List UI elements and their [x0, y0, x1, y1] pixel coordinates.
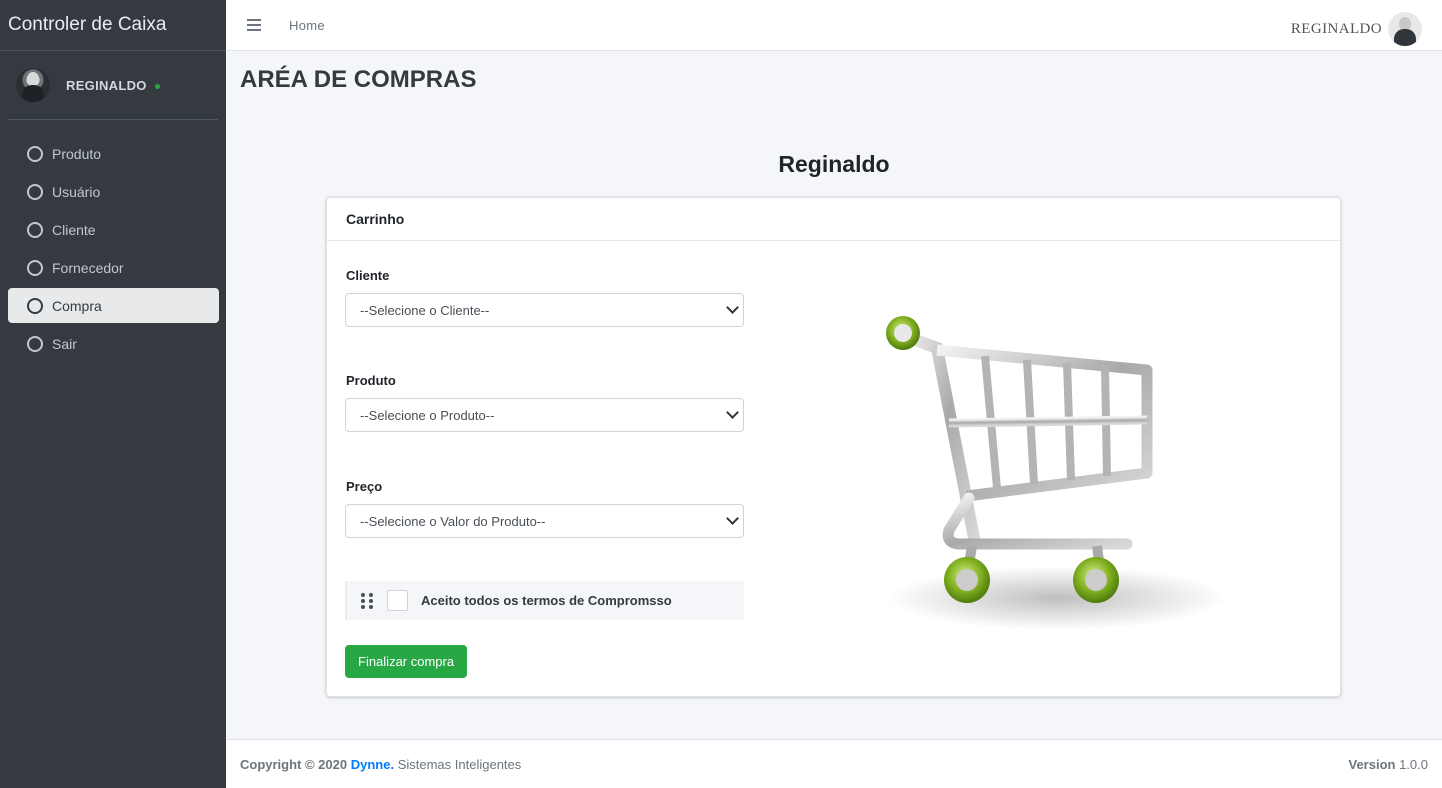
footer-suffix: Sistemas Inteligentes [397, 756, 522, 772]
circle-icon [27, 183, 43, 200]
chevron-down-icon [726, 512, 739, 525]
avatar [1388, 12, 1422, 46]
sidebar: Controler de Caixa REGINALDO Produto Usu… [0, 0, 226, 788]
preco-select-value: --Selecione o Valor do Produto-- [360, 513, 546, 529]
home-link[interactable]: Home [289, 18, 325, 33]
footer: Copyright © 2020 Dynne. Sistemas Intelig… [226, 739, 1442, 788]
circle-icon [27, 259, 43, 276]
terms-label: Aceito todos os termos de Compromsso [421, 593, 672, 608]
cliente-label: Cliente [346, 268, 390, 283]
terms-row: Aceito todos os termos de Compromsso [345, 581, 744, 620]
copyright-prefix: Copyright © 2020 [240, 756, 348, 772]
circle-icon [27, 335, 43, 352]
version-info: Version 1.0.0 [1348, 757, 1428, 772]
brand-text: Controler de Caixa [8, 14, 167, 35]
sidebar-item-label: Cliente [52, 221, 96, 238]
online-status-dot-icon [154, 84, 160, 89]
drag-handle-icon[interactable] [361, 592, 373, 609]
user-menu[interactable]: REGINALDO [1291, 12, 1422, 46]
sidebar-item-produto[interactable]: Produto [8, 136, 219, 171]
sidebar-item-label: Sair [52, 335, 77, 352]
sidebar-item-label: Compra [52, 297, 102, 314]
top-user-name: REGINALDO [1290, 20, 1382, 37]
chevron-down-icon [726, 406, 739, 419]
preco-label: Preço [346, 479, 383, 494]
cliente-select[interactable]: --Selecione o Cliente-- [345, 293, 744, 327]
card-header: Carrinho [327, 198, 1340, 241]
shopping-cart-icon [886, 316, 1227, 630]
sidebar-item-compra[interactable]: Compra [8, 288, 219, 323]
preco-select[interactable]: --Selecione o Valor do Produto-- [345, 504, 744, 538]
footer-brand-link[interactable]: Dynne. [351, 757, 394, 772]
user-panel: REGINALDO [8, 51, 218, 120]
version-number: 1.0.0 [1399, 756, 1428, 772]
cart-card: Carrinho Cliente --Selecione o Cliente--… [326, 197, 1341, 697]
customer-name-heading: Reginaldo [778, 151, 890, 177]
chevron-down-icon [726, 301, 739, 314]
circle-icon [27, 297, 43, 314]
brand-link[interactable]: Controler de Caixa [0, 0, 226, 51]
hamburger-menu-icon[interactable] [247, 19, 261, 31]
circle-icon [27, 221, 43, 238]
page-title: ARÉA DE COMPRAS [240, 66, 477, 93]
sidebar-item-label: Produto [52, 145, 102, 162]
sidebar-item-sair[interactable]: Sair [8, 326, 219, 361]
finalize-purchase-button[interactable]: Finalizar compra [345, 645, 468, 678]
sidebar-nav: Produto Usuário Cliente Fornecedor Compr… [0, 136, 226, 361]
terms-checkbox[interactable] [387, 590, 408, 611]
produto-select[interactable]: --Selecione o Produto-- [345, 398, 744, 432]
avatar [16, 68, 50, 102]
produto-select-value: --Selecione o Produto-- [360, 407, 495, 423]
sidebar-item-fornecedor[interactable]: Fornecedor [8, 250, 219, 285]
version-label: Version [1348, 756, 1396, 772]
sidebar-item-cliente[interactable]: Cliente [8, 212, 219, 247]
top-navbar: Home REGINALDO [226, 0, 1442, 51]
sidebar-item-label: Fornecedor [52, 259, 124, 276]
produto-label: Produto [346, 373, 396, 388]
copyright: Copyright © 2020 Dynne. Sistemas Intelig… [240, 757, 521, 772]
sidebar-user-name[interactable]: REGINALDO [66, 78, 147, 93]
cliente-select-value: --Selecione o Cliente-- [360, 302, 490, 318]
sidebar-item-label: Usuário [52, 183, 101, 200]
circle-icon [27, 145, 43, 162]
sidebar-item-usuario[interactable]: Usuário [8, 174, 219, 209]
